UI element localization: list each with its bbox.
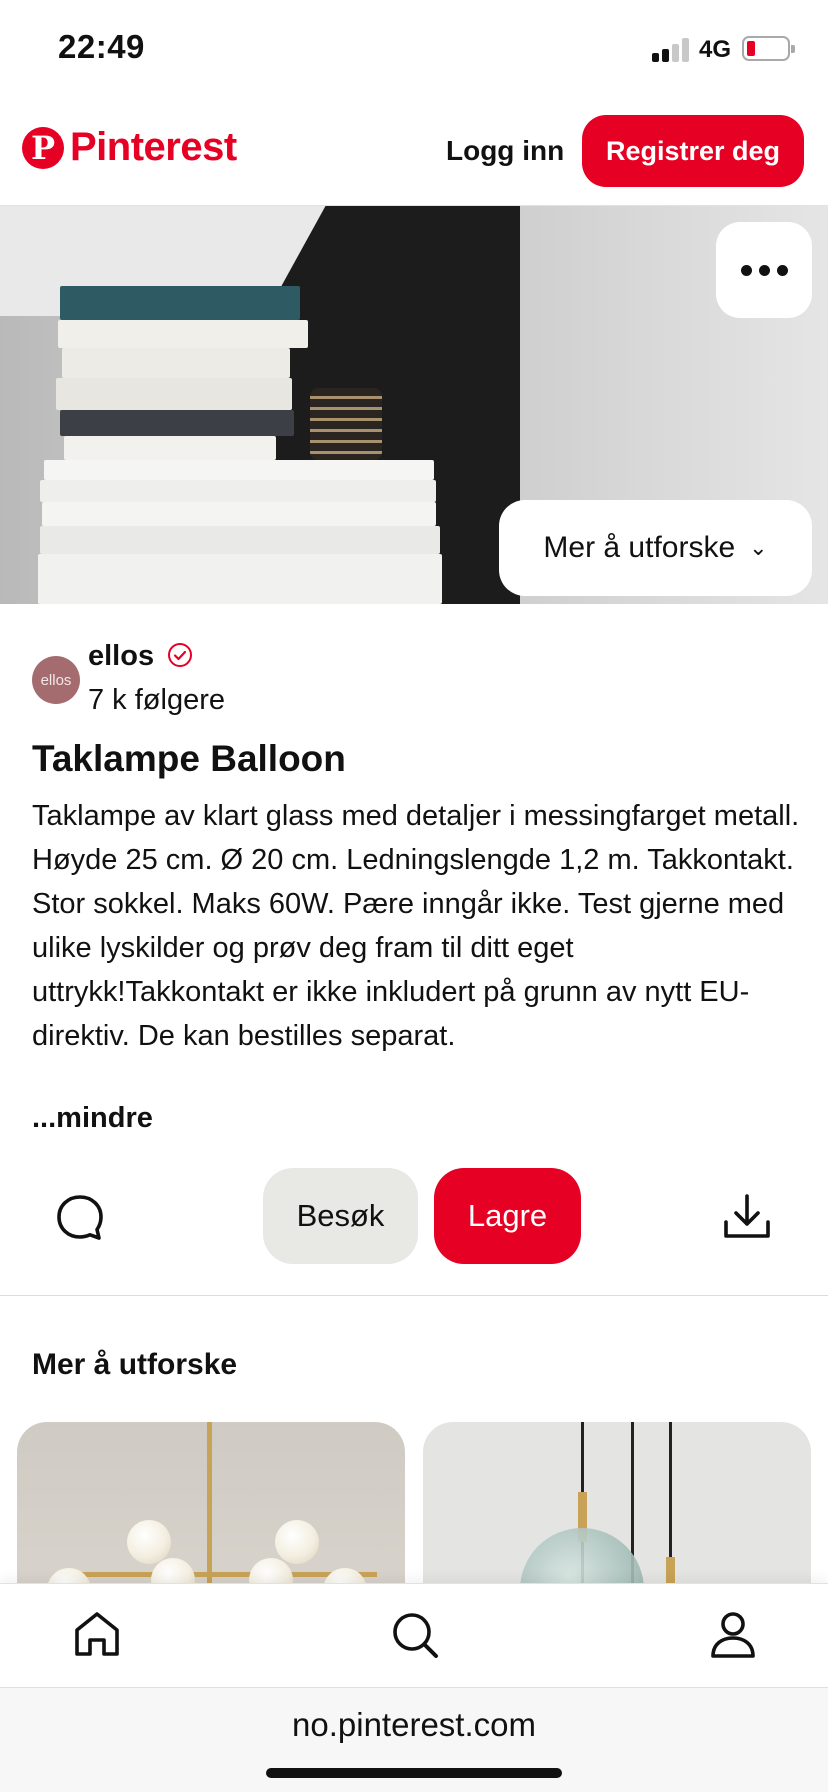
explore-heading: Mer å utforske xyxy=(32,1348,238,1381)
top-header: P Pinterest Logg inn Registrer deg xyxy=(0,100,828,206)
chevron-down-icon: ⌄ xyxy=(749,535,768,560)
signal-icon xyxy=(652,38,692,62)
browser-url-bar[interactable]: no.pinterest.com xyxy=(0,1687,828,1792)
home-icon[interactable] xyxy=(70,1608,124,1662)
explore-more-label: Mer å utforske xyxy=(543,531,736,564)
pin-description: Taklampe av klart glass med detaljer i m… xyxy=(32,800,800,1052)
save-button[interactable]: Lagre xyxy=(434,1168,581,1264)
register-button[interactable]: Registrer deg xyxy=(582,115,804,187)
login-link[interactable]: Logg inn xyxy=(446,135,564,167)
profile-icon[interactable] xyxy=(706,1608,760,1662)
bottom-navigation xyxy=(0,1583,828,1687)
pin-actions: Besøk Lagre xyxy=(0,1166,828,1266)
search-icon[interactable] xyxy=(388,1608,442,1662)
creator-avatar[interactable]: ellos xyxy=(32,656,80,704)
creator-name[interactable]: ellos xyxy=(88,640,154,673)
more-options-button[interactable] xyxy=(716,222,812,318)
pin-title: Taklampe Balloon xyxy=(32,738,346,779)
status-time: 22:49 xyxy=(58,28,145,65)
show-less-link[interactable]: ...mindre xyxy=(32,1102,153,1135)
follower-count: 7 k følgere xyxy=(88,684,225,716)
visit-button[interactable]: Besøk xyxy=(263,1168,418,1264)
pin-image[interactable]: Mer å utforske ⌄ xyxy=(0,206,828,604)
battery-icon xyxy=(742,36,795,61)
download-icon[interactable] xyxy=(720,1190,774,1244)
pinterest-logo[interactable]: P Pinterest xyxy=(22,125,237,170)
explore-more-dropdown[interactable]: Mer å utforske ⌄ xyxy=(499,500,812,596)
creator-info[interactable]: ellos ellos 7 k følgere xyxy=(32,640,732,720)
status-bar: 22:49 4G xyxy=(0,0,828,100)
comment-icon[interactable] xyxy=(54,1192,106,1244)
home-indicator xyxy=(266,1768,562,1778)
network-type: 4G xyxy=(699,36,732,63)
pinterest-logo-icon: P xyxy=(22,126,64,169)
verified-icon xyxy=(168,643,192,667)
more-dots-icon xyxy=(740,264,788,276)
divider xyxy=(0,1295,828,1296)
pinterest-wordmark: Pinterest xyxy=(70,125,237,169)
url-text: no.pinterest.com xyxy=(292,1706,536,1743)
